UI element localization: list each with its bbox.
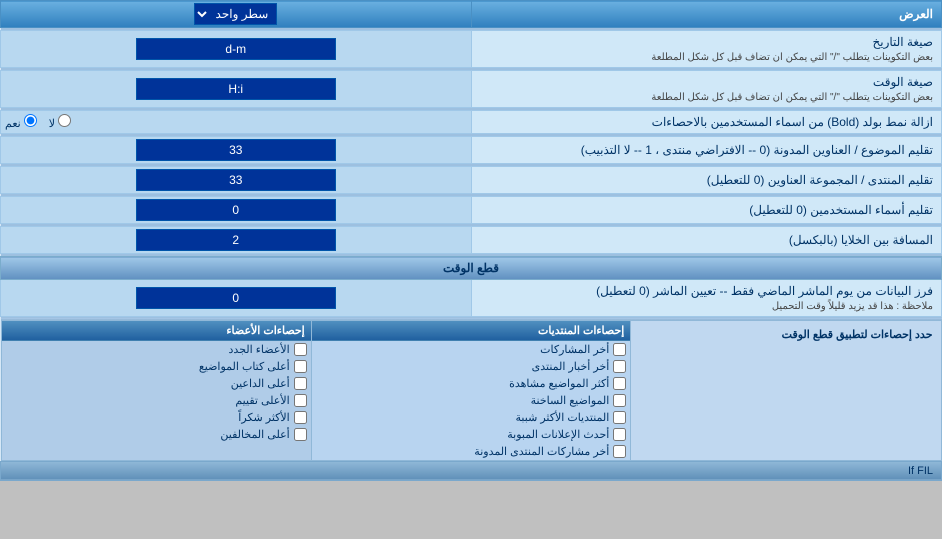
time-format-input[interactable] [136,78,336,100]
stats-posts-check-5[interactable] [613,428,626,441]
stats-posts-check-0[interactable] [613,343,626,356]
bold-no-label[interactable]: لا [49,114,71,130]
stats-posts-item-2: أكثر المواضيع مشاهدة [312,375,631,392]
cell-gap-title: المسافة بين الخلايا (بالبكسل) [789,233,933,247]
time-format-input-cell [1,71,472,108]
stats-members-check-4[interactable] [294,411,307,424]
stats-posts-cell: إحصاءات المنتديات أخر المشاركات أخر أخبا… [311,320,631,460]
bold-yes-radio[interactable] [24,114,37,127]
header-row: العرض سطر واحد [1,1,942,28]
forum-order-label: تقليم الموضوع / العناوين المدونة (0 -- ا… [471,137,942,164]
if-fil-bar: If FIL [1,461,942,480]
stats-posts-item-6: أخر مشاركات المنتدى المدونة [312,443,631,460]
stats-apply-label: حدد إحصاءات لتطبيق قطع الوقت [782,329,933,341]
single-line-select-cell[interactable]: سطر واحد [1,1,472,28]
time-cut-sub: ملاحظة : هذا قد يزيد قليلاً وقت التحميل [772,301,933,312]
stats-posts-item-1: أخر أخبار المنتدى [312,358,631,375]
bold-no-radio[interactable] [58,114,71,127]
stats-posts-item-3: المواضيع الساخنة [312,392,631,409]
stats-posts-header: إحصاءات المنتديات [312,321,631,341]
date-format-label: صيغة التاريخ بعض التكوينات يتطلب "/" الت… [471,31,942,68]
stats-members-check-3[interactable] [294,394,307,407]
time-cut-header: قطع الوقت [1,257,942,280]
user-names-label: تقليم أسماء المستخدمين (0 للتعطيل) [471,197,942,224]
time-format-row: صيغة الوقت بعض التكوينات يتطلب "/" التي … [1,71,942,108]
display-label: العرض [471,1,942,28]
stats-members-cell: إحصاءات الأعضاء الأعضاء الجدد أعلى كتاب … [1,320,311,460]
forum-order-input[interactable] [136,139,336,161]
date-format-row: صيغة التاريخ بعض التكوينات يتطلب "/" الت… [1,31,942,68]
stats-inner-row: حدد إحصاءات لتطبيق قطع الوقت إحصاءات الم… [1,320,941,460]
stats-members-check-2[interactable] [294,377,307,390]
stats-posts-check-3[interactable] [613,394,626,407]
cell-gap-input[interactable] [136,229,336,251]
date-format-sub: بعض التكوينات يتطلب "/" التي يمكن ان تضا… [651,52,933,63]
single-line-select[interactable]: سطر واحد [194,3,277,25]
bold-remove-title: ازالة نمط بولد (Bold) من اسماء المستخدمي… [652,115,933,129]
stats-members-item-1: أعلى كتاب المواضيع [2,358,311,375]
forum-order-title: تقليم الموضوع / العناوين المدونة (0 -- ا… [581,143,933,157]
cell-gap-input-cell [1,227,472,254]
stats-apply-label-cell: حدد إحصاءات لتطبيق قطع الوقت [631,320,941,460]
bottom-bar-row: If FIL [1,461,942,480]
cell-gap-row: المسافة بين الخلايا (بالبكسل) [1,227,942,254]
user-names-row: تقليم أسماء المستخدمين (0 للتعطيل) [1,197,942,224]
stats-table: حدد إحصاءات لتطبيق قطع الوقت إحصاءات الم… [1,320,942,461]
forum-group-label: تقليم المنتدى / المجموعة العناوين (0 للت… [471,167,942,194]
if-fil-text: If FIL [908,465,933,477]
stats-members-item-4: الأكثر شكراً [2,409,311,426]
stats-posts-check-1[interactable] [613,360,626,373]
stats-posts-check-6[interactable] [613,445,626,458]
date-format-input-cell [1,31,472,68]
stats-members-item-5: أعلى المخالفين [2,426,311,443]
forum-group-row: تقليم المنتدى / المجموعة العناوين (0 للت… [1,167,942,194]
cell-gap-label: المسافة بين الخلايا (بالبكسل) [471,227,942,254]
time-cut-title: فرز البيانات من يوم الماشر الماضي فقط --… [596,284,933,298]
time-format-sub: بعض التكوينات يتطلب "/" التي يمكن ان تضا… [651,92,933,103]
forum-order-row: تقليم الموضوع / العناوين المدونة (0 -- ا… [1,137,942,164]
stats-members-list: الأعضاء الجدد أعلى كتاب المواضيع أعلى ال… [2,341,311,443]
stats-posts-item-0: أخر المشاركات [312,341,631,358]
bold-remove-input-cell: نعم لا [1,111,472,134]
time-cut-input-cell [1,280,472,317]
user-names-input[interactable] [136,199,336,221]
stats-members-header: إحصاءات الأعضاء [2,321,311,341]
stats-posts-item-4: المنتديات الأكثر شببة [312,409,631,426]
time-cut-input[interactable] [136,287,336,309]
stats-members-check-5[interactable] [294,428,307,441]
forum-group-input-cell [1,167,472,194]
time-format-label: صيغة الوقت بعض التكوينات يتطلب "/" التي … [471,71,942,108]
stats-row: حدد إحصاءات لتطبيق قطع الوقت إحصاءات الم… [1,320,942,462]
stats-members-item-3: الأعلى تقييم [2,392,311,409]
stats-posts-check-4[interactable] [613,411,626,424]
bold-yes-label[interactable]: نعم [5,114,37,130]
forum-group-title: تقليم المنتدى / المجموعة العناوين (0 للت… [707,173,933,187]
stats-posts-item-5: أحدث الإعلانات المبوبة [312,426,631,443]
stats-posts-list: أخر المشاركات أخر أخبار المنتدى أكثر الم… [312,341,631,460]
date-format-title: صيغة التاريخ [872,35,933,49]
time-cut-header-row: قطع الوقت [1,257,942,280]
bold-remove-label: ازالة نمط بولد (Bold) من اسماء المستخدمي… [471,111,942,134]
user-names-title: تقليم أسماء المستخدمين (0 للتعطيل) [749,203,933,217]
forum-order-input-cell [1,137,472,164]
main-table: العرض سطر واحد صيغة التاريخ بعض التكوينا… [0,0,942,481]
time-cut-row: فرز البيانات من يوم الماشر الماضي فقط --… [1,280,942,317]
stats-members-item-0: الأعضاء الجدد [2,341,311,358]
bold-remove-radio-group: نعم لا [5,114,467,130]
stats-members-check-0[interactable] [294,343,307,356]
time-format-title: صيغة الوقت [873,75,933,89]
bold-remove-row: ازالة نمط بولد (Bold) من اسماء المستخدمي… [1,111,942,134]
user-names-input-cell [1,197,472,224]
date-format-input[interactable] [136,38,336,60]
stats-posts-check-2[interactable] [613,377,626,390]
time-cut-label: فرز البيانات من يوم الماشر الماضي فقط --… [471,280,942,317]
forum-group-input[interactable] [136,169,336,191]
stats-members-item-2: أعلى الداعين [2,375,311,392]
stats-members-check-1[interactable] [294,360,307,373]
